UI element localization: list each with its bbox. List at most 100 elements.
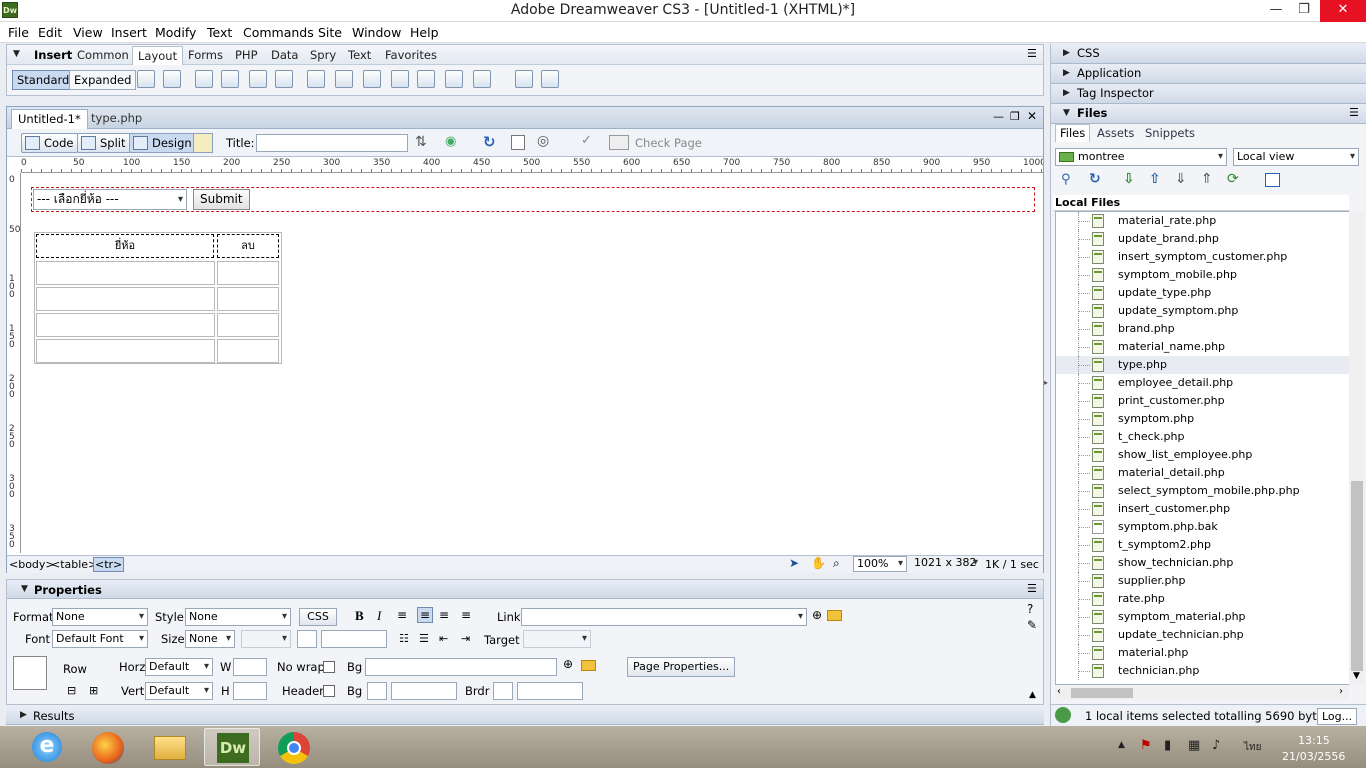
- title-input[interactable]: [256, 134, 408, 152]
- file-list-item[interactable]: t_symptom2.php: [1056, 536, 1350, 554]
- file-list-item[interactable]: t_check.php: [1056, 428, 1350, 446]
- volume-icon[interactable]: ♪: [1212, 738, 1220, 753]
- hscroll-thumb[interactable]: [1071, 688, 1133, 698]
- tag-tr[interactable]: <tr>: [93, 557, 125, 572]
- put-files-icon[interactable]: ⇧: [1149, 171, 1161, 187]
- horz-select[interactable]: Default: [145, 658, 213, 676]
- menu-window[interactable]: Window: [352, 25, 401, 40]
- browse-folder-icon[interactable]: [827, 610, 842, 621]
- bg-color-picker[interactable]: [367, 682, 387, 700]
- table-cell[interactable]: [217, 313, 279, 337]
- file-list-item[interactable]: symptom_material.php: [1056, 608, 1350, 626]
- visual-aids-icon[interactable]: ◎: [537, 133, 549, 149]
- help-icon[interactable]: ?: [1027, 602, 1033, 616]
- menu-text[interactable]: Text: [207, 25, 232, 40]
- format-select[interactable]: None: [52, 608, 148, 626]
- dreamweaver-app[interactable]: Dw: [204, 728, 260, 766]
- split-view-button[interactable]: Split: [77, 133, 131, 153]
- file-list-item[interactable]: symptom.php.bak: [1056, 518, 1350, 536]
- application-panel-header[interactable]: ▶ Application: [1051, 64, 1366, 84]
- file-list-item[interactable]: type.php: [1056, 356, 1350, 374]
- nowrap-checkbox[interactable]: [323, 661, 335, 673]
- insert-column-right-icon[interactable]: [417, 70, 435, 88]
- file-list-item[interactable]: material.php: [1056, 644, 1350, 662]
- table-header-brand[interactable]: ยี่ห้อ: [36, 234, 214, 258]
- file-list-item[interactable]: employee_detail.php: [1056, 374, 1350, 392]
- internet-explorer-app[interactable]: e: [18, 728, 74, 766]
- table-cell[interactable]: [36, 313, 215, 337]
- file-list-item[interactable]: symptom.php: [1056, 410, 1350, 428]
- submit-button[interactable]: Submit: [193, 189, 250, 210]
- local-files-header[interactable]: Local Files: [1053, 195, 1349, 211]
- align-center-icon[interactable]: ≡: [417, 607, 434, 623]
- show-hidden-icons[interactable]: ▲: [1118, 740, 1125, 750]
- file-list-item[interactable]: brand.php: [1056, 320, 1350, 338]
- menu-edit[interactable]: Edit: [38, 25, 62, 40]
- doc-close-icon[interactable]: ✕: [1027, 109, 1037, 123]
- insert-collapse-icon[interactable]: ▼: [13, 49, 20, 59]
- tag-table[interactable]: <table>: [51, 558, 97, 571]
- table-cell[interactable]: [36, 287, 215, 311]
- doc-restore-icon[interactable]: ❐: [1010, 110, 1020, 123]
- scroll-right-icon[interactable]: ›: [1339, 686, 1343, 697]
- spry-panels-icon[interactable]: [275, 70, 293, 88]
- border-color-input[interactable]: [517, 682, 583, 700]
- div-tag-icon[interactable]: [195, 70, 213, 88]
- minimize-button[interactable]: —: [1262, 0, 1290, 22]
- table-header-delete[interactable]: ลบ: [217, 234, 279, 258]
- code-view-button[interactable]: Code: [21, 133, 79, 153]
- file-list-item[interactable]: update_type.php: [1056, 284, 1350, 302]
- quick-tag-editor-icon[interactable]: ✎: [1027, 618, 1037, 632]
- css-button[interactable]: CSS: [299, 608, 337, 626]
- align-right-icon[interactable]: ≡: [439, 608, 449, 622]
- view-select[interactable]: Local view: [1233, 148, 1359, 166]
- window-size-select[interactable]: 1021 x 382: [911, 556, 981, 572]
- files-panel-header[interactable]: ▼ Files: [1051, 104, 1366, 124]
- insert-column-icon[interactable]: [391, 70, 409, 88]
- file-list-item[interactable]: update_technician.php: [1056, 626, 1350, 644]
- table-cell[interactable]: [217, 287, 279, 311]
- menu-modify[interactable]: Modify: [155, 25, 196, 40]
- align-left-icon[interactable]: ≡: [397, 608, 407, 622]
- properties-options-icon[interactable]: ☰: [1027, 582, 1037, 595]
- file-list-item[interactable]: insert_customer.php: [1056, 500, 1350, 518]
- layout-view-icon[interactable]: [515, 70, 533, 88]
- draw-ap-div-icon[interactable]: [221, 70, 239, 88]
- tab-untitled-1[interactable]: Untitled-1*: [11, 109, 88, 129]
- file-list-item[interactable]: rate.php: [1056, 590, 1350, 608]
- text-color-input[interactable]: [321, 630, 387, 648]
- restore-button[interactable]: ❐: [1290, 0, 1318, 22]
- point-to-file-bg-icon[interactable]: ⊕: [563, 657, 573, 671]
- table-cell[interactable]: [36, 261, 215, 285]
- panel-splitter-arrow[interactable]: ▸: [1044, 376, 1050, 390]
- vert-select[interactable]: Default: [145, 682, 213, 700]
- standard-mode-button[interactable]: Standard: [12, 70, 75, 90]
- brand-table[interactable]: ยี่ห้อ ลบ: [34, 232, 282, 364]
- design-view-button[interactable]: Design: [129, 133, 197, 153]
- insert-row-icon[interactable]: [335, 70, 353, 88]
- link-input[interactable]: [521, 608, 807, 626]
- expand-panel-icon[interactable]: [1265, 173, 1280, 187]
- assets-tab[interactable]: Assets: [1097, 126, 1134, 140]
- split-cell-icon[interactable]: ⊞: [89, 684, 98, 697]
- size-select[interactable]: None: [185, 630, 235, 648]
- file-list-item[interactable]: material_detail.php: [1056, 464, 1350, 482]
- tab-favorites[interactable]: Favorites: [385, 48, 437, 62]
- tab-php[interactable]: PHP: [235, 48, 258, 62]
- file-explorer-app[interactable]: [142, 728, 198, 766]
- tag-inspector-panel-header[interactable]: ▶ Tag Inspector: [1051, 84, 1366, 104]
- action-center-icon[interactable]: ⚑: [1140, 738, 1152, 753]
- tab-layout[interactable]: Layout: [132, 46, 184, 65]
- log-button[interactable]: Log...: [1317, 708, 1358, 725]
- merge-cells-icon[interactable]: ⊟: [67, 684, 76, 697]
- file-list-item[interactable]: show_technician.php: [1056, 554, 1350, 572]
- justify-icon[interactable]: ≡: [461, 608, 471, 622]
- file-list-item[interactable]: update_symptom.php: [1056, 302, 1350, 320]
- clock-date[interactable]: 21/03/2556: [1282, 750, 1345, 763]
- network-icon[interactable]: ▦: [1188, 738, 1200, 753]
- file-list-item[interactable]: technician.php: [1056, 662, 1350, 680]
- horizontal-scrollbar[interactable]: ‹ ›: [1055, 686, 1349, 700]
- view-options-icon[interactable]: [511, 135, 525, 150]
- table-layout-icon[interactable]: [307, 70, 325, 88]
- tab-type-php[interactable]: type.php: [91, 111, 142, 125]
